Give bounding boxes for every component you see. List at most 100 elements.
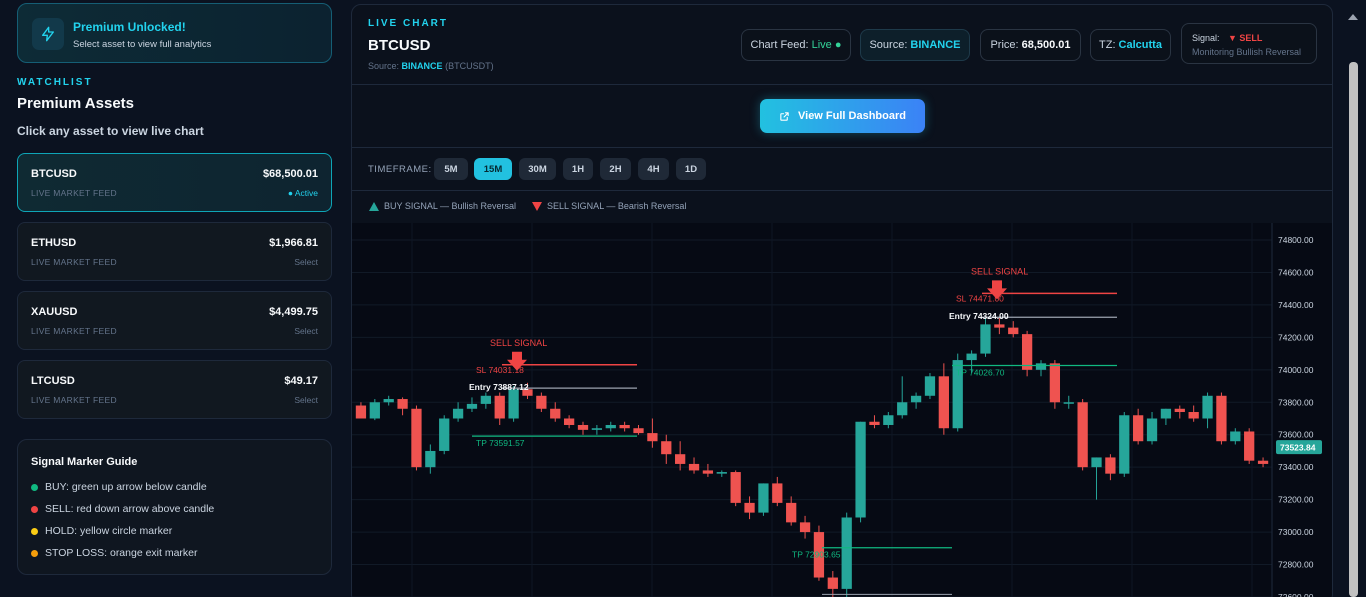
watchlist-hint: Click any asset to view live chart (17, 124, 204, 138)
timeframe-5m[interactable]: 5M (434, 158, 468, 180)
stop-loss-label: SL 74471.00 (956, 293, 1004, 303)
asset-card-ethusd[interactable]: ETHUSD $1,966.81 LIVE MARKET FEED Select (17, 222, 332, 281)
candle (494, 395, 505, 419)
candle (1021, 334, 1033, 370)
asset-symbol: LTCUSD (31, 375, 75, 387)
sell-signal-label: SELL SIGNAL (490, 338, 547, 348)
price-pill: Price: 68,500.01 (980, 29, 1081, 61)
lightning-icon (32, 18, 64, 50)
y-tick-label: 74400.00 (1278, 300, 1314, 310)
candle (1146, 418, 1158, 442)
asset-card-ltcusd[interactable]: LTCUSD $49.17 LIVE MARKET FEED Select (17, 360, 332, 419)
source-pill: Source: BINANCE (860, 29, 970, 61)
view-full-dashboard-button[interactable]: View Full Dashboard (760, 99, 925, 133)
candle (688, 463, 700, 471)
sell-triangle-icon (532, 201, 542, 211)
price-value: 68,500.01 (1021, 39, 1071, 51)
candle (966, 353, 977, 361)
candle (702, 470, 714, 474)
candlestick-chart[interactable]: SELL SIGNAL SL 74031.18 Entry 73887.12 TP 7… (352, 223, 1333, 597)
take-profit-label: TP 72903.65 (792, 550, 841, 560)
candle (744, 502, 755, 513)
candle (1174, 408, 1185, 413)
timeframe-15m[interactable]: 15M (474, 158, 512, 180)
asset-status: Select (294, 395, 318, 405)
source-pill-label: Source: (869, 39, 908, 51)
candle (730, 472, 741, 503)
entry-label: Entry 74324.00 (949, 311, 1009, 321)
candle (980, 324, 991, 354)
timeframe-1d[interactable]: 1D (676, 158, 706, 180)
source-pair: (BTCUSDT) (445, 61, 494, 71)
candle (647, 433, 658, 442)
legend-sell: SELL SIGNAL — Bearish Reversal (532, 201, 686, 211)
timeframe-2h[interactable]: 2H (600, 158, 631, 180)
guide-item-text: BUY: green up arrow below candle (45, 481, 207, 493)
candle (1216, 395, 1227, 442)
watchlist-kicker: WATCHLIST (17, 77, 93, 88)
tz-value: Calcutta (1118, 39, 1162, 51)
sell-signal-label: SELL SIGNAL (971, 266, 1028, 276)
candle (439, 418, 450, 451)
asset-price: $49.17 (284, 375, 318, 387)
timeframe-label: TIMEFRAME: (368, 164, 432, 175)
y-tick-label: 74600.00 (1278, 267, 1314, 277)
timeframe-1h[interactable]: 1H (563, 158, 593, 180)
candle (661, 441, 672, 455)
guide-item-text: HOLD: yellow circle marker (45, 525, 173, 537)
timeframe-4h[interactable]: 4H (638, 158, 669, 180)
candle (508, 389, 519, 419)
premium-banner[interactable]: Premium Unlocked! Select asset to view f… (17, 3, 332, 63)
y-tick-label: 73600.00 (1278, 430, 1314, 440)
sell-dot-icon (31, 505, 38, 513)
y-tick-label: 73000.00 (1278, 527, 1314, 537)
candle (1160, 408, 1172, 419)
feed-value: Live ● (811, 39, 842, 51)
candle (1230, 431, 1241, 442)
asset-price: $4,499.75 (269, 306, 318, 318)
candle (675, 454, 686, 464)
candle (633, 428, 644, 434)
header-divider (352, 84, 1332, 85)
candle (425, 450, 436, 468)
asset-status: Select (294, 257, 318, 267)
page-scrollbar[interactable] (1349, 62, 1358, 597)
asset-feed: LIVE MARKET FEED (31, 326, 117, 336)
asset-status: Select (294, 326, 318, 336)
buy-triangle-icon (369, 201, 379, 211)
toolbar-divider (352, 147, 1332, 148)
signal-marker-guide: Signal Marker Guide BUY: green up arrow … (17, 439, 332, 575)
asset-symbol: ETHUSD (31, 237, 77, 249)
candle (1049, 363, 1061, 403)
y-tick-label: 74200.00 (1278, 332, 1314, 342)
live-chart-panel: LIVE CHART BTCUSD Source: BINANCE (BTCUS… (351, 4, 1333, 597)
candle (910, 395, 922, 403)
candle (827, 577, 838, 589)
candle (1119, 415, 1130, 474)
asset-card-btcusd[interactable]: BTCUSD $68,500.01 LIVE MARKET FEED ● Act… (17, 153, 332, 212)
scroll-up-icon[interactable] (1348, 14, 1358, 20)
external-link-icon (780, 111, 789, 121)
candle (1008, 327, 1019, 335)
candle (855, 421, 866, 518)
candle (1244, 431, 1255, 461)
timeframe-30m[interactable]: 30M (519, 158, 556, 180)
candle (897, 402, 908, 416)
guide-item-text: SELL: red down arrow above candle (45, 503, 215, 515)
asset-status: ● Active (287, 188, 318, 198)
candle (577, 424, 589, 430)
guide-item-stop-loss: STOP LOSS: orange exit marker (31, 547, 198, 559)
candle (1133, 415, 1144, 442)
stop-loss-label: SL 74031.18 (476, 365, 524, 375)
candle (397, 399, 408, 409)
signal-value: ▼ SELL (1228, 33, 1263, 43)
guide-item-hold: HOLD: yellow circle marker (31, 525, 172, 537)
candle (938, 376, 949, 429)
asset-price: $1,966.81 (269, 237, 318, 249)
timeframe-divider (352, 190, 1332, 191)
signal-label: Signal: (1192, 33, 1220, 43)
asset-card-xauusd[interactable]: XAUUSD $4,499.75 LIVE MARKET FEED Select (17, 291, 332, 350)
stop-loss-dot-icon (31, 549, 38, 557)
hold-dot-icon (31, 527, 38, 535)
app: Premium Unlocked! Select asset to view f… (0, 0, 1366, 597)
